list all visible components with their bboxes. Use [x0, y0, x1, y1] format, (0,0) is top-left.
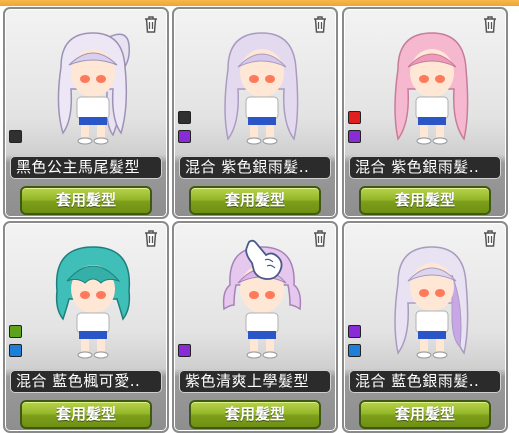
hairstyle-avatar — [394, 246, 469, 359]
color-swatch-purple[interactable] — [178, 344, 191, 357]
hairstyle-name: 混合 藍色楓可愛.. — [10, 370, 162, 393]
apply-hairstyle-button[interactable]: 套用髮型 — [189, 186, 321, 215]
apply-hairstyle-button[interactable]: 套用髮型 — [359, 186, 491, 215]
apply-hairstyle-button[interactable]: 套用髮型 — [189, 400, 321, 429]
apply-hairstyle-button[interactable]: 套用髮型 — [20, 186, 152, 215]
hairstyle-name: 黑色公主馬尾髮型 — [10, 156, 162, 179]
color-swatch-purple[interactable] — [348, 325, 361, 338]
apply-hairstyle-button[interactable]: 套用髮型 — [359, 400, 491, 429]
hairstyle-card: 混合 紫色銀雨髮.. 套用髮型 — [172, 7, 338, 219]
color-swatch-black[interactable] — [9, 130, 22, 143]
color-swatch-black[interactable] — [178, 111, 191, 124]
color-swatch-blue[interactable] — [9, 344, 22, 357]
hairstyle-card: 混合 藍色楓可愛.. 套用髮型 — [3, 221, 169, 433]
color-swatch-green[interactable] — [9, 325, 22, 338]
hairstyle-card: 混合 紫色銀雨髮.. 套用髮型 — [342, 7, 508, 219]
hairstyle-name: 混合 紫色銀雨髮.. — [179, 156, 331, 179]
color-swatch-purple[interactable] — [348, 130, 361, 143]
color-swatch-red[interactable] — [348, 111, 361, 124]
hairstyle-avatar — [55, 246, 131, 359]
hand-pointer-cursor-icon — [245, 239, 283, 280]
trash-icon[interactable] — [143, 15, 159, 33]
hairstyle-avatar — [394, 32, 469, 145]
hairstyle-name: 混合 紫色銀雨髮.. — [349, 156, 501, 179]
trash-icon[interactable] — [143, 229, 159, 247]
hairstyle-card: 黑色公主馬尾髮型 套用髮型 — [3, 7, 169, 219]
hairstyle-avatar — [224, 32, 299, 145]
trash-icon[interactable] — [482, 15, 498, 33]
apply-hairstyle-button[interactable]: 套用髮型 — [20, 400, 152, 429]
color-swatch-purple[interactable] — [178, 130, 191, 143]
hairstyle-card: 混合 藍色銀雨髮.. 套用髮型 — [342, 221, 508, 433]
trash-icon[interactable] — [482, 229, 498, 247]
color-swatch-blue[interactable] — [348, 344, 361, 357]
trash-icon[interactable] — [312, 229, 328, 247]
hairstyle-name: 混合 藍色銀雨髮.. — [349, 370, 501, 393]
trash-icon[interactable] — [312, 15, 328, 33]
hairstyle-avatar — [57, 32, 130, 145]
hairstyle-name: 紫色清爽上學髮型 — [179, 370, 331, 393]
hairstyle-grid: 黑色公主馬尾髮型 套用髮型 混合 紫色銀雨髮.. 套用髮型 混合 紫色銀雨髮..… — [0, 0, 519, 433]
